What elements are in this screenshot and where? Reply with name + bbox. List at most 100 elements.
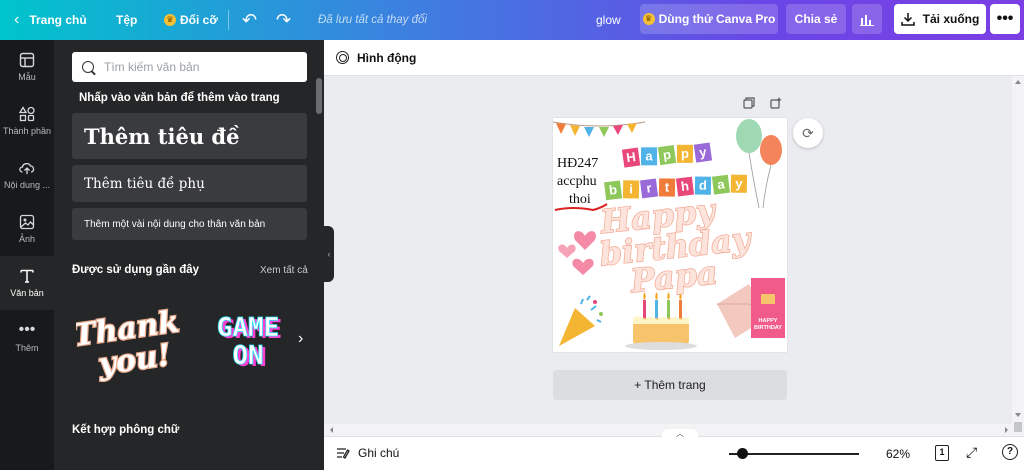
more-icon: ••• [18, 321, 36, 338]
recent-section-title: Được sử dụng gần đây [72, 264, 200, 276]
notes-button[interactable]: Ghi chú [336, 446, 399, 460]
add-subheading-button[interactable]: Thêm tiêu đề phụ [72, 165, 307, 202]
zoom-level[interactable]: 62% [886, 447, 910, 461]
refresh-design-button[interactable]: ⟳ [793, 118, 823, 148]
candle [667, 300, 670, 318]
photo-icon [19, 214, 35, 230]
undo-icon[interactable]: ↶ [242, 0, 257, 40]
heart-shape [574, 231, 596, 250]
see-all-link[interactable]: Xem tất cả [260, 265, 308, 276]
design-title[interactable]: glow [596, 0, 621, 40]
card-text-line2: BIRTHDAY [754, 325, 782, 331]
bunting-flag [584, 127, 594, 137]
text-style-thank-you[interactable]: Thank you! [76, 302, 186, 382]
vertical-scrollbar[interactable] [1012, 76, 1024, 436]
birthday-card-cake [761, 294, 775, 304]
home-label: Trang chủ [29, 13, 87, 27]
text-style-game-on[interactable]: GAME ON GAME ON [200, 310, 298, 372]
game-on-line2: ON [232, 341, 263, 371]
bunting-flag [599, 127, 609, 137]
chevron-left-icon: ‹ [327, 249, 331, 259]
try-pro-button[interactable]: ♛ Dùng thử Canva Pro [640, 4, 778, 34]
cake-plate [625, 342, 697, 350]
handwritten-line-1[interactable]: HĐ247 [557, 156, 598, 172]
candle [655, 300, 658, 318]
letter-tile: h [675, 176, 695, 197]
text-icon [20, 269, 34, 283]
file-menu-button[interactable]: Tệp [116, 0, 137, 40]
letter-tile: t [658, 178, 676, 197]
duplicate-page-icon[interactable] [743, 97, 755, 109]
template-icon [19, 52, 35, 68]
heart-shape [572, 258, 594, 275]
rail-label: Mẫu [18, 72, 36, 82]
refresh-icon: ⟳ [802, 124, 814, 141]
add-body-text-button[interactable]: Thêm một vài nội dung cho thân văn bản [72, 208, 307, 240]
elements-icon [19, 106, 35, 122]
save-status: Đã lưu tất cả thay đổi [318, 14, 427, 26]
letter-tile: y [730, 174, 748, 193]
crown-icon: ♛ [164, 14, 176, 26]
page-count-button[interactable]: 1 [935, 445, 949, 461]
balloon-green [736, 119, 762, 153]
panel-hint: Nhấp vào văn bản để thêm vào trang [79, 92, 280, 104]
rail-item-elements[interactable]: Thành phần [0, 94, 54, 148]
notes-icon [337, 448, 350, 459]
handwritten-line-2[interactable]: accphu [557, 174, 597, 190]
show-pages-tab[interactable]: ︿ [662, 429, 698, 439]
card-text-line1: HAPPY [759, 318, 778, 324]
rail-item-uploads[interactable]: Nội dung ... [0, 148, 54, 202]
bottom-bar: ︿ Ghi chú 62% 1 ⤢ ? [324, 429, 1024, 470]
crown-icon: ♛ [642, 13, 655, 25]
more-options-button[interactable]: ••• [990, 4, 1020, 34]
party-popper [559, 308, 595, 346]
resize-label: Đổi cỡ [180, 13, 218, 27]
insights-button[interactable] [852, 4, 882, 34]
script-papa: Papa [628, 253, 720, 300]
add-page-button[interactable]: + Thêm trang [553, 370, 787, 400]
rail-item-templates[interactable]: Mẫu [0, 40, 54, 94]
chevron-right-icon[interactable]: › [298, 330, 303, 348]
zoom-slider-handle[interactable] [737, 448, 748, 459]
upload-icon [19, 163, 35, 174]
confetti-dot [593, 300, 597, 304]
topbar-divider [228, 10, 229, 30]
add-heading-button[interactable]: Thêm tiêu đề [72, 113, 307, 159]
home-button[interactable]: ‹ Trang chủ [14, 0, 87, 40]
side-rail: Mẫu Thành phần Nội dung ... Ảnh Văn bản … [0, 40, 54, 470]
rail-item-photos[interactable]: Ảnh [0, 202, 54, 256]
rail-label: Nội dung ... [3, 180, 51, 190]
search-input[interactable] [104, 60, 284, 74]
confetti-dot [599, 312, 603, 316]
zoom-slider-track[interactable] [729, 453, 859, 455]
rail-label: Thêm [15, 343, 39, 353]
rail-label: Thành phần [2, 126, 52, 136]
fullscreen-icon[interactable]: ⤢ [966, 444, 977, 461]
help-button[interactable]: ? [1002, 444, 1018, 460]
chevron-left-icon: ‹ [14, 11, 20, 28]
font-combos-title: Kết hợp phông chữ [72, 424, 180, 436]
rail-item-more[interactable]: ••• Thêm [0, 310, 54, 364]
letter-tile: y [693, 142, 713, 163]
collapse-panel-button[interactable]: ‹ [324, 226, 334, 282]
try-pro-label: Dùng thử Canva Pro [658, 12, 776, 26]
add-page-icon[interactable] [770, 97, 782, 109]
letter-tile: a [711, 174, 730, 195]
design-page[interactable]: HAPPY BIRTHDAY Happy birthday Papa Happy… [553, 118, 787, 352]
animate-button[interactable]: Hình động [336, 51, 416, 65]
rail-item-text[interactable]: Văn bản [0, 256, 54, 310]
bunting-flag [613, 125, 623, 135]
resize-button[interactable]: ♛ Đổi cỡ [164, 0, 218, 40]
top-bar: ‹ Trang chủ Tệp ♛ Đổi cỡ ↶ ↷ Đã lưu tất … [0, 0, 1024, 40]
handwritten-line-3[interactable]: thoi [569, 192, 591, 208]
redo-icon[interactable]: ↷ [276, 0, 291, 40]
heart-shape [558, 244, 576, 258]
download-button[interactable]: Tải xuống [894, 4, 986, 34]
game-on-line1: GAME [217, 313, 280, 343]
search-box[interactable] [72, 52, 307, 82]
vertical-scroll-thumb[interactable] [1014, 422, 1022, 432]
panel-scrollbar[interactable] [316, 78, 322, 114]
candle [643, 300, 646, 318]
share-button[interactable]: Chia sẻ [786, 4, 846, 34]
notes-label: Ghi chú [358, 446, 400, 460]
